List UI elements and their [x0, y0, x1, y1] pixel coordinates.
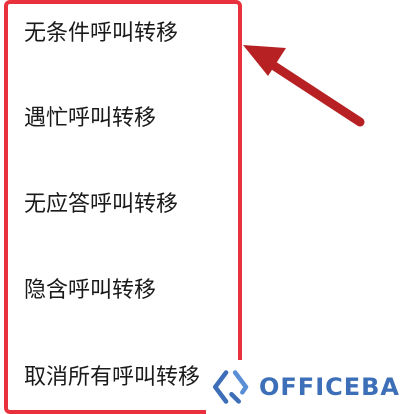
call-forwarding-menu: 无条件呼叫转移 遇忙呼叫转移 无应答呼叫转移 隐含呼叫转移 取消所有呼叫转移 [0, 0, 400, 414]
menu-item-busy-forwarding[interactable]: 遇忙呼叫转移 [24, 99, 156, 139]
menu-item-no-answer-forwarding[interactable]: 无应答呼叫转移 [24, 185, 178, 225]
menu-item-implicit-forwarding[interactable]: 隐含呼叫转移 [24, 271, 156, 311]
watermark: OFFICEBA [206, 360, 400, 414]
menu-item-cancel-all-forwarding[interactable]: 取消所有呼叫转移 [24, 358, 200, 398]
menu-item-unconditional-forwarding[interactable]: 无条件呼叫转移 [24, 14, 178, 54]
watermark-text: OFFICEBA [259, 373, 400, 401]
officeba-logo-icon [212, 370, 249, 404]
